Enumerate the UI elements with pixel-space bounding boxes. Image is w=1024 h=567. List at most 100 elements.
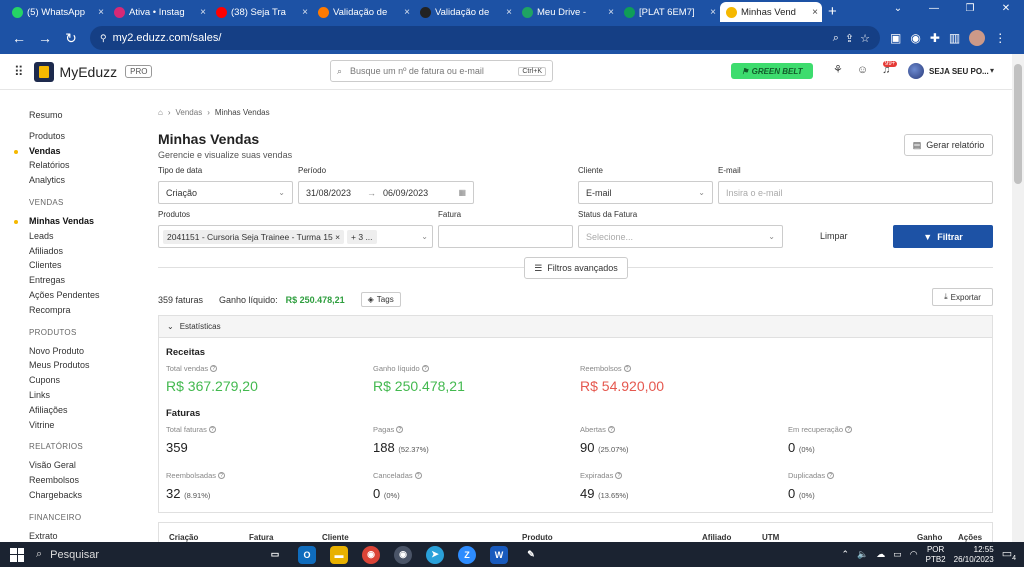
- chip-close-icon[interactable]: ×: [335, 232, 340, 242]
- column-header[interactable]: Ganho: [917, 533, 942, 542]
- sidebar-item[interactable]: Resumo: [29, 110, 63, 120]
- help-icon[interactable]: ?: [845, 426, 853, 433]
- user-name[interactable]: SEJA SEU PO...: [929, 67, 989, 76]
- breadcrumb-vendas[interactable]: Vendas: [176, 108, 203, 117]
- site-info-icon[interactable]: ⚲: [100, 33, 107, 44]
- sidebar-item[interactable]: Clientes: [29, 260, 62, 270]
- chevron-down-icon[interactable]: ⌄: [880, 0, 916, 20]
- produto-chip[interactable]: 2041151 - Cursoria Seja Trainee - Turma …: [163, 229, 345, 244]
- browser-tab[interactable]: Validação de ×: [312, 2, 414, 22]
- sidepanel-icon[interactable]: ▥: [949, 31, 960, 45]
- browser-tab[interactable]: Meu Drive - ×: [516, 2, 618, 22]
- tipo-data-select[interactable]: Criação ⌄: [158, 181, 293, 204]
- cloud-icon[interactable]: ☁: [876, 549, 885, 560]
- outlook-icon[interactable]: O: [298, 545, 316, 564]
- sidebar-item[interactable]: Entregas: [29, 275, 65, 285]
- kebab-menu-icon[interactable]: ⋮: [994, 31, 1006, 45]
- help-icon[interactable]: ?: [218, 472, 226, 479]
- search-box[interactable]: ⌕ Busque um nº de fatura ou e-mail Ctrl+…: [330, 60, 553, 82]
- home-icon[interactable]: ⌂: [158, 108, 163, 117]
- restore-button[interactable]: ❐: [952, 0, 988, 20]
- sidebar-item[interactable]: Produtos: [29, 131, 65, 141]
- close-tab-icon[interactable]: ×: [812, 7, 818, 18]
- browser-tab[interactable]: Ativa • Instag ×: [108, 2, 210, 22]
- paint-icon[interactable]: ✎: [522, 546, 540, 564]
- help-icon[interactable]: ?: [421, 365, 429, 372]
- reload-button[interactable]: ↻: [58, 30, 84, 47]
- sidebar-item[interactable]: Afiliados: [29, 246, 63, 256]
- sidebar-item[interactable]: Leads: [29, 231, 54, 241]
- produtos-more-chip[interactable]: + 3 ...: [347, 229, 377, 244]
- browser-tab[interactable]: (5) WhatsApp ×: [6, 2, 108, 22]
- apps-grid-icon[interactable]: ⠿: [14, 64, 24, 80]
- periodo-from[interactable]: 31/08/2023: [306, 188, 351, 198]
- help-icon[interactable]: ?: [827, 472, 835, 479]
- column-header[interactable]: Produto: [522, 533, 553, 542]
- help-icon[interactable]: ?: [208, 426, 216, 433]
- zoom-icon[interactable]: ⌕: [833, 32, 839, 45]
- sidebar-item[interactable]: Minhas Vendas: [29, 216, 94, 226]
- sidebar-item[interactable]: Afiliações: [29, 405, 68, 415]
- bookmark-star-icon[interactable]: ☆: [860, 32, 870, 45]
- browser-tab[interactable]: (38) Seja Tra ×: [210, 2, 312, 22]
- sidebar-item[interactable]: Chargebacks: [29, 490, 82, 500]
- close-tab-icon[interactable]: ×: [506, 7, 512, 18]
- speaker-icon[interactable]: 🔈: [857, 549, 868, 560]
- help-icon[interactable]: ?: [623, 365, 631, 372]
- advanced-filters-button[interactable]: ☰ Filtros avançados: [524, 257, 628, 279]
- browser-tab[interactable]: [PLAT 6EM7] ×: [618, 2, 720, 22]
- user-menu-caret-icon[interactable]: ▾: [990, 66, 994, 75]
- export-button[interactable]: ⤓ Exportar: [932, 288, 993, 306]
- windows-start-icon[interactable]: [10, 547, 24, 562]
- sidebar-item[interactable]: Vitrine: [29, 420, 54, 430]
- wifi-icon[interactable]: ◠: [910, 549, 918, 560]
- sidebar-item[interactable]: Cupons: [29, 375, 60, 385]
- column-header[interactable]: Fatura: [249, 533, 273, 542]
- column-header[interactable]: Afiliado: [702, 533, 731, 542]
- cliente-select[interactable]: E-mail ⌄: [578, 181, 713, 204]
- page-scrollbar[interactable]: [1012, 54, 1024, 542]
- new-tab-button[interactable]: +: [828, 3, 837, 20]
- close-tab-icon[interactable]: ×: [200, 7, 206, 18]
- zoom-app-icon[interactable]: Z: [458, 545, 476, 564]
- task-view-icon[interactable]: ▭: [266, 546, 284, 564]
- sidebar-item[interactable]: Novo Produto: [29, 346, 84, 356]
- chevron-up-icon[interactable]: ⌃: [841, 549, 849, 560]
- periodo-to[interactable]: 06/09/2023: [383, 188, 428, 198]
- green-belt-badge[interactable]: ⚑ GREEN BELT: [731, 63, 813, 79]
- help-icon[interactable]: ?: [414, 472, 422, 479]
- status-select[interactable]: Selecione... ⌄: [578, 225, 783, 248]
- statistics-toggle[interactable]: ⌄ Estatísticas: [159, 316, 992, 338]
- chrome-icon[interactable]: ◉: [362, 545, 380, 564]
- sidebar-item[interactable]: Analytics: [29, 175, 65, 185]
- help-icon[interactable]: ?: [615, 472, 623, 479]
- close-tab-icon[interactable]: ×: [404, 7, 410, 18]
- extension-icon[interactable]: ▣: [890, 31, 901, 45]
- file-explorer-icon[interactable]: ▬: [330, 545, 348, 564]
- community-icon[interactable]: ⚘: [833, 63, 843, 76]
- sidebar-item[interactable]: Vendas: [29, 146, 61, 156]
- scrollbar-thumb[interactable]: [1014, 64, 1022, 184]
- help-icon[interactable]: ?: [396, 426, 404, 433]
- forward-button[interactable]: →: [32, 30, 58, 46]
- sidebar-item[interactable]: Meus Produtos: [29, 360, 90, 370]
- produtos-select[interactable]: 2041151 - Cursoria Seja Trainee - Turma …: [158, 225, 433, 248]
- browser-tab[interactable]: Validação de ×: [414, 2, 516, 22]
- close-tab-icon[interactable]: ×: [302, 7, 308, 18]
- user-avatar[interactable]: [908, 63, 924, 79]
- sidebar-item[interactable]: Extrato: [29, 531, 58, 541]
- extension-2-icon[interactable]: ◉: [910, 31, 920, 45]
- column-header[interactable]: Ações: [958, 533, 982, 542]
- sidebar-item[interactable]: Visão Geral: [29, 460, 76, 470]
- close-tab-icon[interactable]: ×: [98, 7, 104, 18]
- column-header[interactable]: UTM: [762, 533, 779, 542]
- language-indicator[interactable]: POR PTB2: [926, 545, 946, 565]
- sidebar-item[interactable]: Links: [29, 390, 50, 400]
- telegram-icon[interactable]: ➤: [426, 545, 444, 564]
- browser-tab[interactable]: Minhas Vend ×: [720, 2, 822, 22]
- sidebar-item[interactable]: Relatórios: [29, 160, 70, 170]
- eduzz-logo[interactable]: [33, 61, 54, 82]
- chat-icon[interactable]: ☺: [857, 64, 868, 76]
- column-header[interactable]: Cliente: [322, 533, 349, 542]
- share-icon[interactable]: ⇪: [845, 32, 854, 45]
